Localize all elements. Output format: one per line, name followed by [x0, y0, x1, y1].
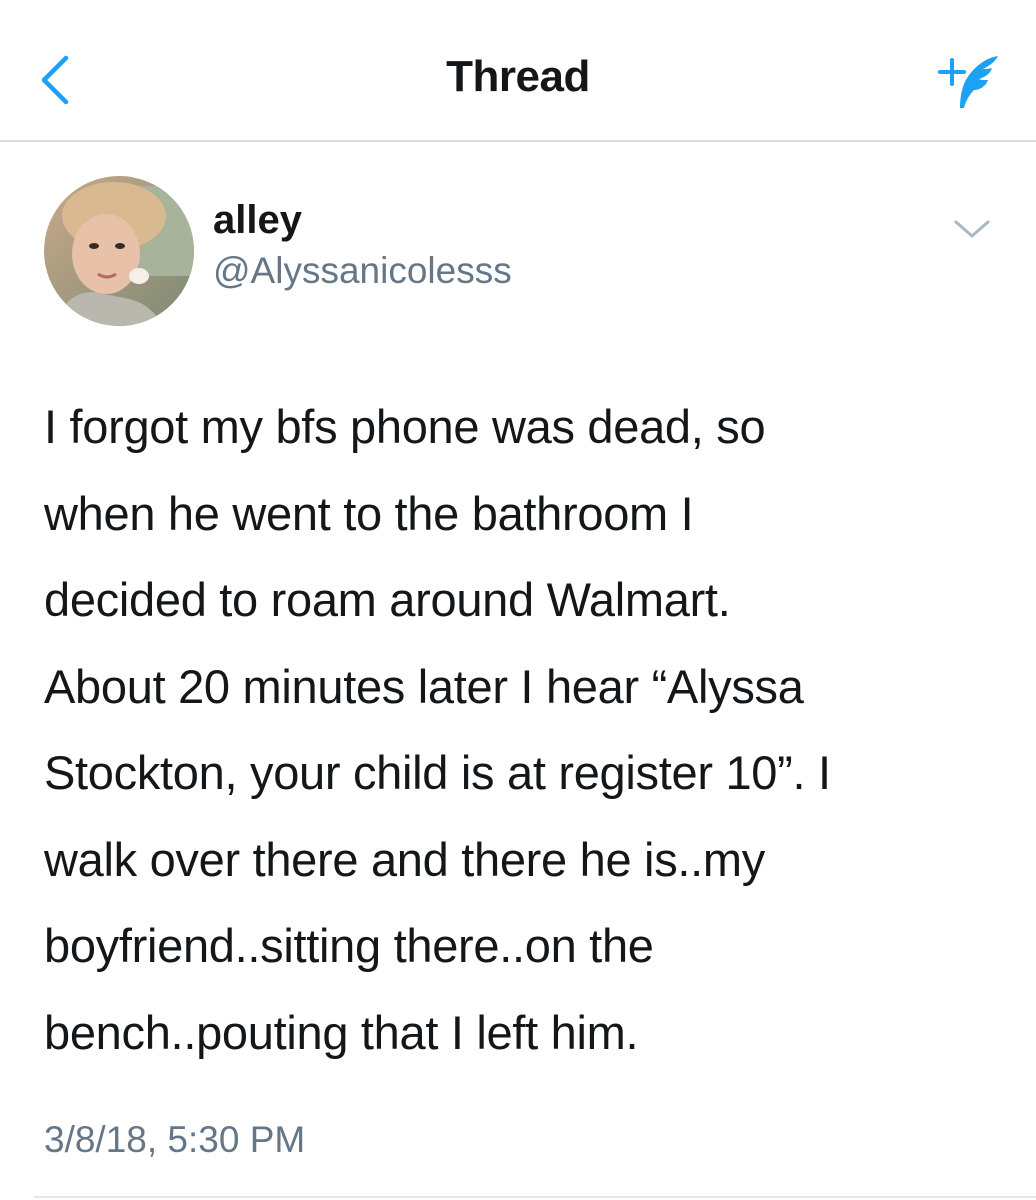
- tweet-text: I forgot my bfs phone was dead, so when …: [44, 400, 831, 1059]
- chevron-down-icon[interactable]: [952, 214, 992, 244]
- divider: [34, 1196, 1036, 1198]
- display-name[interactable]: alley: [213, 198, 302, 243]
- page-title: Thread: [446, 52, 590, 101]
- user-handle[interactable]: @Alyssanicolesss: [213, 250, 512, 292]
- tweet-card: alley @Alyssanicolesss I forgot my bfs p…: [0, 142, 1036, 1200]
- avatar[interactable]: [44, 176, 194, 326]
- nav-bar: Thread: [0, 0, 1036, 142]
- compose-tweet-icon[interactable]: [930, 48, 1010, 118]
- tweet-timestamp[interactable]: 3/8/18, 5:30 PM: [44, 1119, 305, 1161]
